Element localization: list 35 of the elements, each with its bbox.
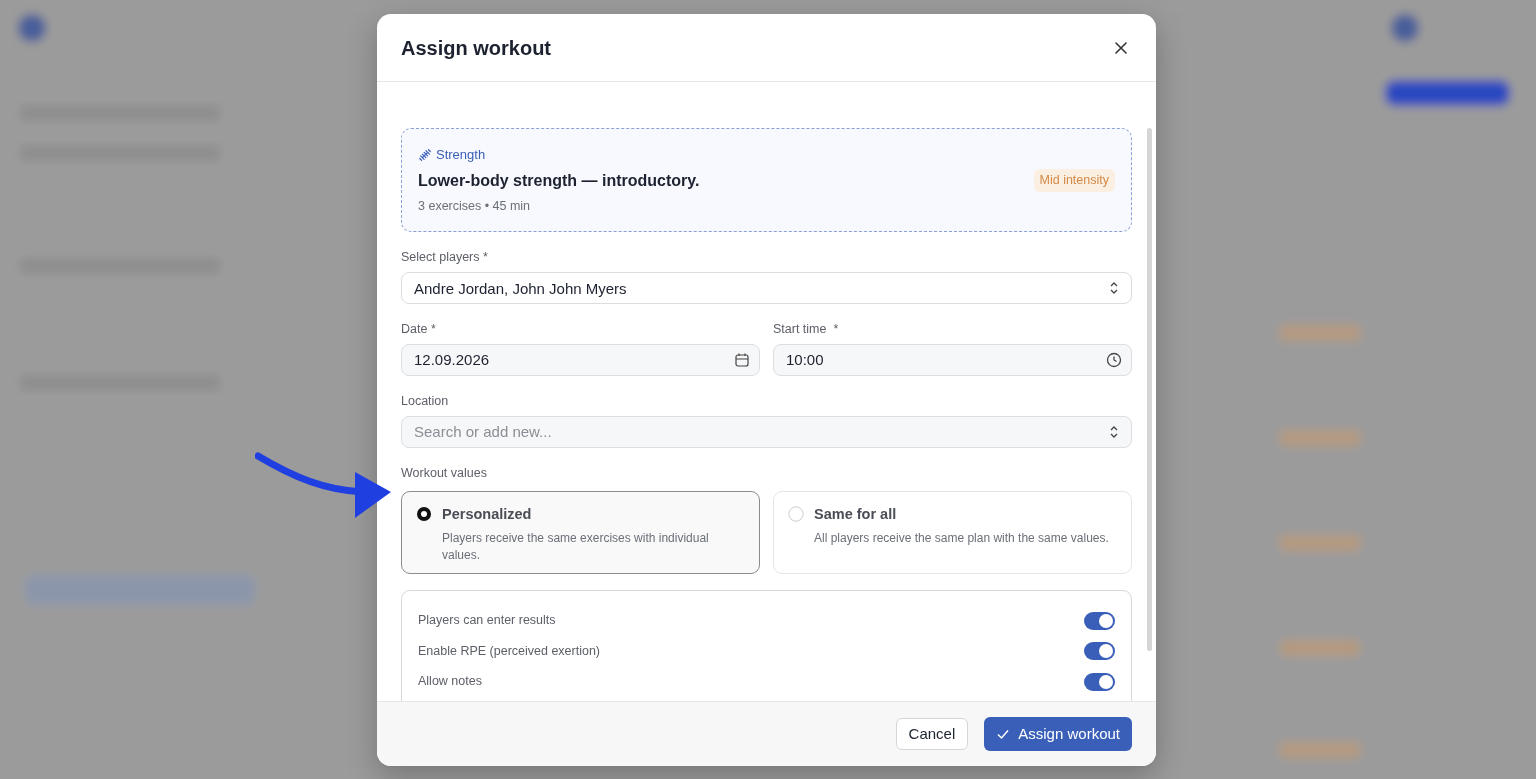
field-label: Location <box>401 392 450 410</box>
clock-icon <box>1106 351 1122 368</box>
field-label: Start time * <box>773 321 840 338</box>
option-title: Same for all <box>814 505 898 525</box>
option-description: All players receive the same plan with the same values. <box>814 530 1109 547</box>
option-description: Players receive the same exercises with individual values. <box>442 530 710 564</box>
players-select[interactable]: Andre Jordan, John John Myers <box>401 272 1132 304</box>
calendar-icon <box>734 351 750 368</box>
assign-button[interactable]: Assign workout <box>984 716 1132 752</box>
option-card[interactable]: Personalized Players receive the same exercises with individual values. <box>401 491 760 575</box>
section-label: Workout values <box>401 464 488 482</box>
setting-label: Players can enter results <box>418 612 556 630</box>
modal-title: Assign workout <box>401 35 551 60</box>
workout-title: Lower-body strength — introductory. <box>418 170 700 191</box>
close-icon <box>1114 40 1128 55</box>
category-label: Strength <box>436 146 486 164</box>
toggle-switch[interactable] <box>1084 672 1115 691</box>
intensity-tag: Mid intensity <box>1033 168 1115 192</box>
field-label: Date * <box>401 321 437 338</box>
radio-button[interactable] <box>416 506 432 523</box>
toggle-switch[interactable] <box>1084 642 1115 660</box>
workout-meta: 3 exercises • 45 min <box>418 197 532 215</box>
field-label: Select players * <box>401 249 489 267</box>
setting-label: Allow notes <box>418 673 482 691</box>
date-field[interactable]: 12.09.2026 <box>401 343 760 376</box>
time-field[interactable]: 10:00 <box>773 343 1132 376</box>
check-icon <box>996 727 1011 741</box>
setting-label: Enable RPE (perceived exertion) <box>418 642 601 660</box>
cancel-button[interactable]: Cancel <box>895 717 969 751</box>
option-card[interactable]: Same for all All players receive the same plan with the same values. <box>773 491 1132 575</box>
scrollbar[interactable] <box>1147 128 1152 651</box>
location-select[interactable]: Search or add new... <box>401 415 1132 448</box>
radio-button[interactable] <box>788 506 804 523</box>
toggle-switch[interactable] <box>1084 611 1115 630</box>
option-title: Personalized <box>442 505 533 525</box>
